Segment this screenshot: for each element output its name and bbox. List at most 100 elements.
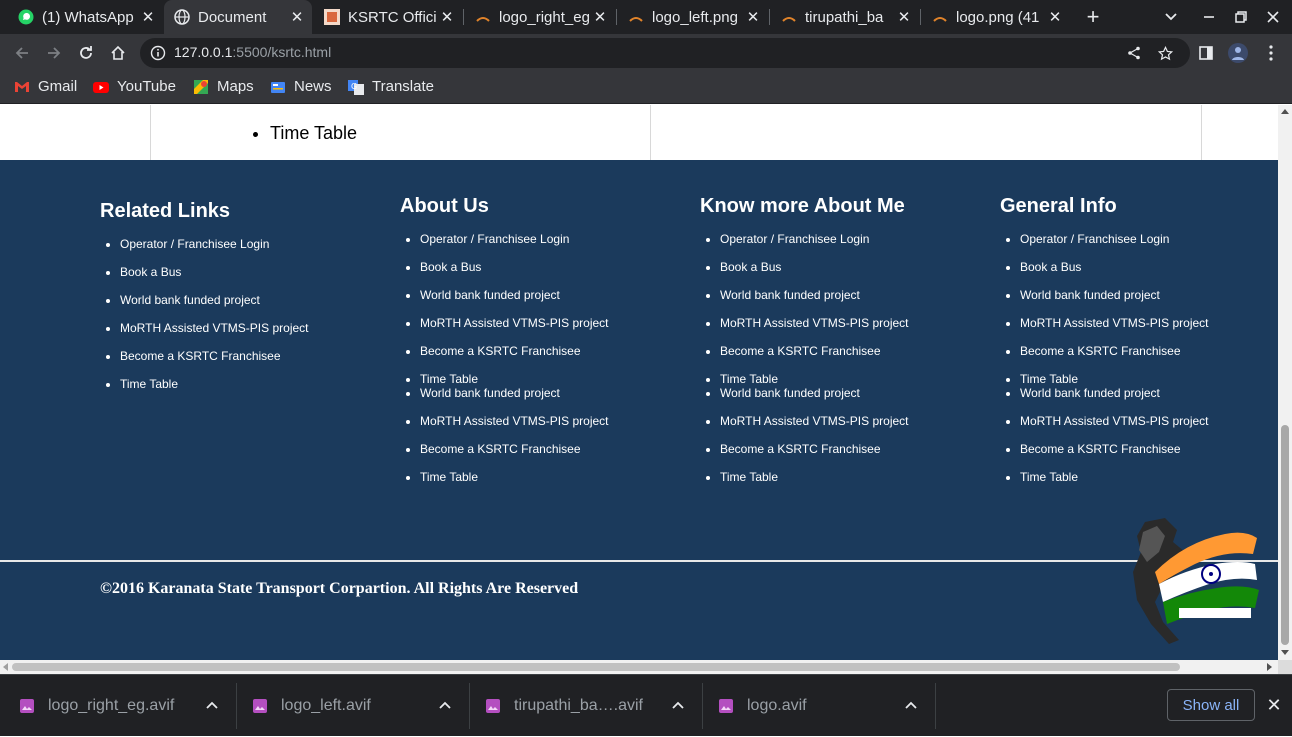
footer-link[interactable]: World bank funded project: [420, 288, 680, 302]
footer-link[interactable]: Book a Bus: [420, 260, 680, 274]
download-item[interactable]: logo_left.avif: [253, 675, 463, 737]
footer-link[interactable]: Time Table: [120, 377, 380, 391]
footer-link[interactable]: Book a Bus: [1020, 260, 1270, 274]
bookmark-star-icon[interactable]: [1157, 45, 1173, 61]
footer-link[interactable]: Time Table: [720, 470, 980, 484]
download-item[interactable]: logo_right_eg.avif: [20, 675, 230, 737]
footer-link[interactable]: Time Table: [1020, 372, 1270, 386]
new-tab-button[interactable]: +: [1077, 0, 1109, 34]
close-shelf-icon[interactable]: ✕: [1264, 695, 1284, 715]
footer-link[interactable]: Operator / Franchisee Login: [420, 232, 680, 246]
footer-link[interactable]: Time Table: [1020, 470, 1270, 484]
close-tab-icon[interactable]: ✕: [286, 8, 308, 26]
footer-link[interactable]: Operator / Franchisee Login: [1020, 232, 1270, 246]
horizontal-scroll-thumb[interactable]: [12, 663, 1180, 671]
download-item[interactable]: logo.avif: [719, 675, 929, 737]
footer-link[interactable]: Time Table: [420, 372, 680, 386]
tab-logo[interactable]: logo.png (41 ✕: [922, 0, 1070, 34]
close-tab-icon[interactable]: ✕: [436, 8, 458, 26]
footer-link[interactable]: World bank funded project: [720, 288, 980, 302]
scroll-right-arrow-icon[interactable]: [1267, 663, 1272, 671]
time-table-link[interactable]: Time Table: [270, 123, 357, 144]
vertical-scrollbar[interactable]: [1278, 105, 1292, 660]
footer-link[interactable]: World bank funded project: [1020, 288, 1270, 302]
footer-link[interactable]: Become a KSRTC Franchisee: [420, 442, 680, 456]
image-file-icon: [20, 699, 34, 713]
footer-link[interactable]: Become a KSRTC Franchisee: [120, 349, 380, 363]
tab-logo-right[interactable]: logo_right_eg ✕: [465, 0, 615, 34]
bookmark-maps[interactable]: Maps: [193, 78, 254, 95]
side-panel-button[interactable]: [1191, 38, 1221, 68]
close-tab-icon[interactable]: ✕: [893, 8, 915, 26]
horizontal-scrollbar[interactable]: [0, 660, 1278, 674]
vertical-scroll-thumb[interactable]: [1281, 425, 1289, 645]
scroll-left-arrow-icon[interactable]: [3, 663, 8, 671]
forward-button[interactable]: [39, 38, 69, 68]
globe-icon: [174, 9, 190, 25]
info-icon[interactable]: [150, 45, 166, 61]
footer-link[interactable]: World bank funded project: [720, 386, 980, 400]
tab-title: (1) WhatsApp: [42, 8, 134, 26]
close-tab-icon[interactable]: ✕: [137, 8, 159, 26]
footer-link[interactable]: MoRTH Assisted VTMS-PIS project: [1020, 414, 1270, 428]
footer-link[interactable]: Book a Bus: [720, 260, 980, 274]
chevron-up-icon[interactable]: [437, 697, 453, 713]
footer-link[interactable]: MoRTH Assisted VTMS-PIS project: [720, 414, 980, 428]
bookmark-translate[interactable]: G Translate: [348, 78, 434, 95]
tab-search-chevron-icon[interactable]: [1155, 0, 1187, 34]
back-button[interactable]: [7, 38, 37, 68]
tab-title: logo_left.png: [652, 8, 738, 26]
footer-link[interactable]: Operator / Franchisee Login: [120, 237, 380, 251]
tab-ksrtc[interactable]: KSRTC Official ✕: [314, 0, 462, 34]
image-file-icon: [486, 699, 500, 713]
footer-link[interactable]: MoRTH Assisted VTMS-PIS project: [420, 316, 680, 330]
footer-link[interactable]: Operator / Franchisee Login: [720, 232, 980, 246]
footer-link[interactable]: World bank funded project: [1020, 386, 1270, 400]
close-window-button[interactable]: [1257, 0, 1289, 34]
tab-document[interactable]: Document ✕: [164, 0, 312, 34]
footer-link[interactable]: World bank funded project: [120, 293, 380, 307]
bookmark-news[interactable]: News: [270, 78, 332, 95]
footer-link[interactable]: World bank funded project: [420, 386, 680, 400]
whatsapp-icon: [18, 9, 34, 25]
kebab-menu-icon: [1269, 45, 1273, 61]
bookmark-youtube[interactable]: YouTube: [93, 78, 176, 95]
close-tab-icon[interactable]: ✕: [589, 8, 611, 26]
download-item[interactable]: tirupathi_ba….avif: [486, 675, 696, 737]
footer-link[interactable]: Become a KSRTC Franchisee: [720, 344, 980, 358]
tab-tirupathi[interactable]: tirupathi_ba ✕: [771, 0, 919, 34]
menu-button[interactable]: [1256, 38, 1286, 68]
footer-link[interactable]: MoRTH Assisted VTMS-PIS project: [420, 414, 680, 428]
tab-whatsapp[interactable]: (1) WhatsApp ✕: [8, 0, 163, 34]
footer-link[interactable]: Become a KSRTC Franchisee: [1020, 442, 1270, 456]
close-tab-icon[interactable]: ✕: [742, 8, 764, 26]
bookmark-gmail[interactable]: Gmail: [14, 78, 77, 95]
footer-link[interactable]: MoRTH Assisted VTMS-PIS project: [1020, 316, 1270, 330]
close-tab-icon[interactable]: ✕: [1044, 8, 1066, 26]
footer-link[interactable]: MoRTH Assisted VTMS-PIS project: [720, 316, 980, 330]
reload-button[interactable]: [71, 38, 101, 68]
chevron-up-icon[interactable]: [903, 697, 919, 713]
footer-link[interactable]: Become a KSRTC Franchisee: [720, 442, 980, 456]
footer-link[interactable]: Become a KSRTC Franchisee: [420, 344, 680, 358]
footer-link[interactable]: MoRTH Assisted VTMS-PIS project: [120, 321, 380, 335]
footer-link[interactable]: Time Table: [720, 372, 980, 386]
footer-link[interactable]: Book a Bus: [120, 265, 380, 279]
scroll-down-arrow-icon[interactable]: [1281, 650, 1289, 655]
tab-logo-left[interactable]: logo_left.png ✕: [618, 0, 768, 34]
address-bar[interactable]: 127.0.0.1:5500/ksrtc.html: [140, 38, 1190, 68]
footer-link[interactable]: Become a KSRTC Franchisee: [1020, 344, 1270, 358]
profile-avatar[interactable]: [1223, 38, 1253, 68]
restore-button[interactable]: [1225, 0, 1257, 34]
share-icon[interactable]: [1126, 45, 1142, 61]
home-button[interactable]: [103, 38, 133, 68]
scroll-up-arrow-icon[interactable]: [1281, 109, 1289, 114]
minimize-button[interactable]: [1193, 0, 1225, 34]
image-file-icon: [933, 17, 947, 22]
chevron-up-icon[interactable]: [204, 697, 220, 713]
browser-toolbar: 127.0.0.1:5500/ksrtc.html: [0, 34, 1292, 72]
show-all-button[interactable]: Show all: [1167, 689, 1255, 721]
footer-column-related-links: Related Links Operator / Franchisee Logi…: [100, 200, 380, 405]
footer-link[interactable]: Time Table: [420, 470, 680, 484]
chevron-up-icon[interactable]: [670, 697, 686, 713]
